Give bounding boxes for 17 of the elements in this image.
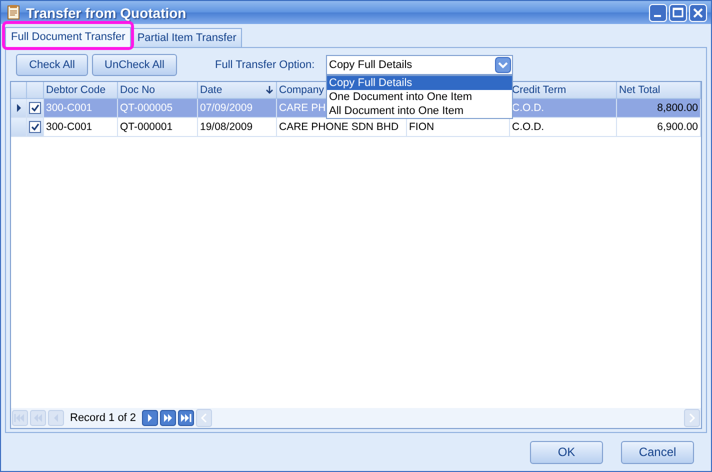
table-cell: C.O.D. [512,102,544,114]
table-cell: CARE PH [279,102,326,114]
window-title: Transfer from Quotation [26,4,188,20]
table-cell: 300-C001 [46,121,92,133]
table-cell: 19/08/2009 [200,121,253,133]
table-cell: QT-000001 [120,121,173,133]
option-label: Full Transfer Option: [215,59,316,71]
table-cell: 07/09/2009 [200,102,253,114]
table-cell: 300-C001 [46,102,92,114]
table-cell: QT-000005 [120,102,173,114]
table-cell: 8,800.00 [657,102,698,114]
table-cell: FION [409,121,434,133]
table-cell: C.O.D. [512,121,544,133]
table-cell: 6,900.00 [657,121,698,133]
record-counter: Record 1 of 2 [70,412,136,424]
option-value: Copy Full Details [329,59,414,71]
table-cell: CARE PHONE SDN BHD [279,121,399,133]
